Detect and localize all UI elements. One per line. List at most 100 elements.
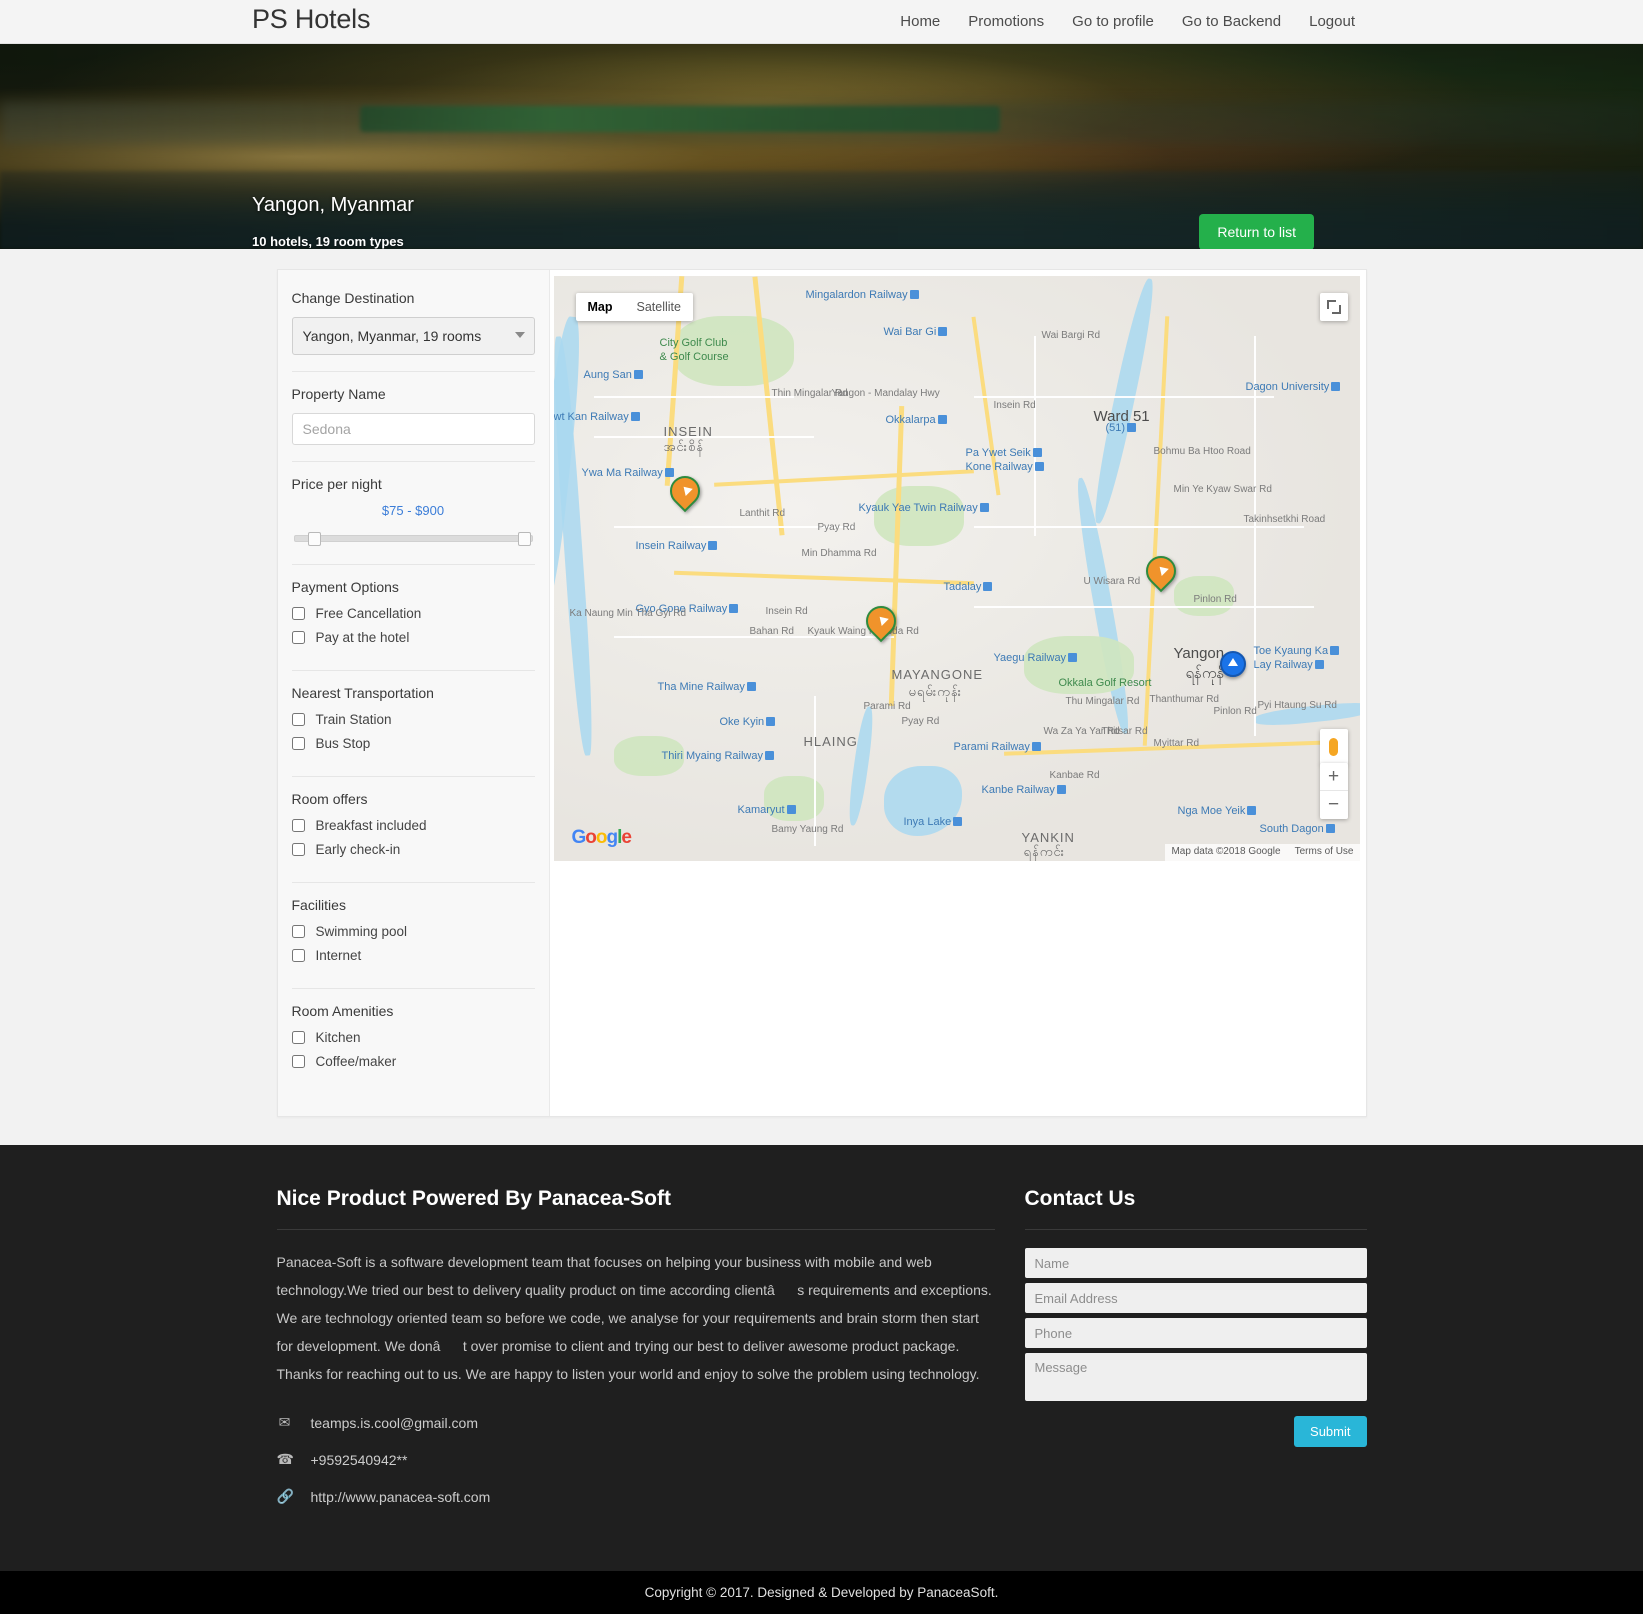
contact-us-heading: Contact Us bbox=[1024, 1187, 1136, 1210]
map-label: Min Ye Kyaw Swar Rd bbox=[1173, 484, 1272, 495]
destination-select[interactable]: Yangon, Myanmar, 19 rooms bbox=[291, 317, 535, 355]
map-label: YANKIN bbox=[1021, 830, 1075, 845]
map-type-map-button[interactable]: Map bbox=[576, 293, 625, 321]
rail-station-icon bbox=[764, 751, 774, 760]
internet-checkbox[interactable] bbox=[291, 949, 305, 962]
map-label: Inya Lake bbox=[904, 816, 963, 828]
contact-email-input[interactable] bbox=[1024, 1283, 1367, 1313]
filter-coffee-maker[interactable]: Coffee/maker bbox=[291, 1054, 535, 1069]
room-offers-label: Room offers bbox=[291, 791, 368, 807]
footer-website-row[interactable]: 🔗 http://www.panacea-soft.com bbox=[277, 1488, 995, 1505]
rail-station-icon bbox=[1031, 742, 1041, 751]
map-pin-hotel[interactable] bbox=[1139, 549, 1182, 598]
kitchen-checkbox[interactable] bbox=[291, 1031, 305, 1044]
map-pin-selected[interactable] bbox=[1219, 651, 1250, 693]
filter-free-cancellation[interactable]: Free Cancellation bbox=[291, 606, 535, 621]
footer-email-row[interactable]: ✉ teamps.is.cool@gmail.com bbox=[277, 1414, 995, 1431]
zoom-out-button[interactable]: − bbox=[1320, 791, 1348, 819]
main-region: Change Destination Yangon, Myanmar, 19 r… bbox=[0, 249, 1643, 1145]
filter-bus-stop[interactable]: Bus Stop bbox=[291, 736, 535, 751]
map-label: Kanbe Railway bbox=[982, 784, 1066, 796]
slider-track bbox=[293, 535, 533, 542]
fullscreen-icon[interactable] bbox=[1319, 293, 1348, 321]
filter-pay-at-hotel[interactable]: Pay at the hotel bbox=[291, 630, 535, 645]
price-range-slider[interactable] bbox=[293, 532, 533, 546]
free-cancellation-checkbox[interactable] bbox=[291, 607, 305, 620]
map-label: ရန်ကင်း bbox=[1023, 844, 1065, 859]
google-map[interactable]: Mingalardon Railway Wai Bar Gi Wai Bargi R… bbox=[553, 276, 1360, 861]
rail-station-icon bbox=[1032, 448, 1042, 457]
filter-internet[interactable]: Internet bbox=[291, 948, 535, 963]
map-pin-hotel[interactable] bbox=[663, 469, 706, 518]
map-pin-hotel[interactable] bbox=[859, 599, 902, 648]
map-label: Pa Ywet Seik bbox=[966, 447, 1042, 459]
nav-item-home[interactable]: Home bbox=[900, 13, 940, 30]
filter-kitchen[interactable]: Kitchen bbox=[291, 1030, 535, 1045]
contact-divider bbox=[1024, 1229, 1367, 1230]
contact-name-input[interactable] bbox=[1024, 1248, 1367, 1278]
coffee-maker-checkbox[interactable] bbox=[291, 1055, 305, 1068]
link-icon: 🔗 bbox=[276, 1488, 294, 1504]
slider-handle-max[interactable] bbox=[517, 532, 531, 546]
map-label: Toe Kyaung Ka bbox=[1254, 645, 1340, 657]
nav-item-go-to-profile[interactable]: Go to profile bbox=[1072, 13, 1154, 30]
property-name-input[interactable] bbox=[291, 413, 535, 445]
brand-logo[interactable]: PS Hotels bbox=[252, 4, 370, 35]
rail-station-icon bbox=[746, 682, 756, 691]
rail-station-icon bbox=[909, 290, 919, 299]
phone-icon: ☎ bbox=[276, 1451, 294, 1467]
map-label: Thiri Myaing Railway bbox=[662, 750, 774, 762]
early-check-in-checkbox[interactable] bbox=[291, 843, 305, 856]
breakfast-included-checkbox[interactable] bbox=[291, 819, 305, 832]
footer-about-text: Panacea-Soft is a software development t… bbox=[276, 1254, 992, 1382]
filter-train-station[interactable]: Train Station bbox=[291, 712, 535, 727]
slider-handle-min[interactable] bbox=[307, 532, 321, 546]
internet-label: Internet bbox=[315, 948, 362, 963]
filter-group-destination: Change Destination Yangon, Myanmar, 19 r… bbox=[291, 290, 535, 372]
rail-station-icon bbox=[983, 582, 993, 591]
map-label: HLAING bbox=[803, 734, 858, 749]
map-label: Pyi Htaung Su Rd bbox=[1257, 700, 1338, 711]
filter-breakfast-included[interactable]: Breakfast included bbox=[291, 818, 535, 833]
map-label: U Wisara Rd bbox=[1083, 576, 1141, 587]
filter-group-room-offers: Room offers Breakfast included Early che… bbox=[291, 791, 535, 883]
map-label: Parami Railway bbox=[954, 741, 1041, 753]
nav-item-go-to-backend[interactable]: Go to Backend bbox=[1182, 13, 1281, 30]
map-label: Pinlon Rd bbox=[1213, 706, 1257, 717]
map-label: Nga Moe Yeik bbox=[1178, 805, 1257, 817]
map-type-satellite-button[interactable]: Satellite bbox=[625, 293, 693, 321]
nav-item-logout[interactable]: Logout bbox=[1309, 13, 1355, 30]
street-view-pegman-icon[interactable] bbox=[1319, 729, 1348, 765]
map-park-central bbox=[873, 486, 964, 546]
hero-banner: Yangon, Myanmar 10 hotels, 19 room types… bbox=[0, 44, 1643, 249]
map-label: Kamaryut bbox=[738, 804, 796, 816]
swimming-pool-checkbox[interactable] bbox=[291, 925, 305, 938]
nav-item-promotions[interactable]: Promotions bbox=[968, 13, 1044, 30]
map-terms-of-use-link[interactable]: Terms of Use bbox=[1295, 846, 1354, 859]
rail-station-icon bbox=[1247, 806, 1257, 815]
property-name-label: Property Name bbox=[291, 386, 386, 402]
rail-station-icon bbox=[953, 817, 963, 826]
copyright-bar: Copyright © 2017. Designed & Developed b… bbox=[0, 1571, 1643, 1614]
filter-early-check-in[interactable]: Early check-in bbox=[291, 842, 535, 857]
map-label: INSEIN bbox=[663, 424, 713, 439]
filter-swimming-pool[interactable]: Swimming pool bbox=[291, 924, 535, 939]
footer-email-text: teamps.is.cool@gmail.com bbox=[310, 1414, 479, 1431]
contact-phone-input[interactable] bbox=[1024, 1318, 1367, 1348]
map-label: အင်းစိန် bbox=[663, 439, 704, 454]
bus-stop-checkbox[interactable] bbox=[291, 737, 305, 750]
primary-nav: Home Promotions Go to profile Go to Back… bbox=[900, 13, 1355, 30]
contact-message-textarea[interactable] bbox=[1024, 1353, 1367, 1401]
train-station-checkbox[interactable] bbox=[291, 713, 305, 726]
contact-submit-button[interactable]: Submit bbox=[1294, 1416, 1367, 1447]
change-destination-label: Change Destination bbox=[291, 290, 415, 306]
footer-phone-row[interactable]: ☎ +9592540942** bbox=[277, 1451, 995, 1468]
nearest-transportation-label: Nearest Transportation bbox=[291, 685, 434, 701]
map-label: Oke Kyin bbox=[720, 716, 776, 728]
return-to-list-button[interactable]: Return to list bbox=[1199, 214, 1314, 249]
map-label: Pyay Rd bbox=[817, 522, 856, 533]
destination-title: Yangon, Myanmar bbox=[252, 194, 414, 216]
map-label: Bamy Yaung Rd bbox=[771, 824, 844, 835]
pay-at-hotel-checkbox[interactable] bbox=[291, 631, 305, 644]
zoom-in-button[interactable]: + bbox=[1319, 763, 1348, 791]
